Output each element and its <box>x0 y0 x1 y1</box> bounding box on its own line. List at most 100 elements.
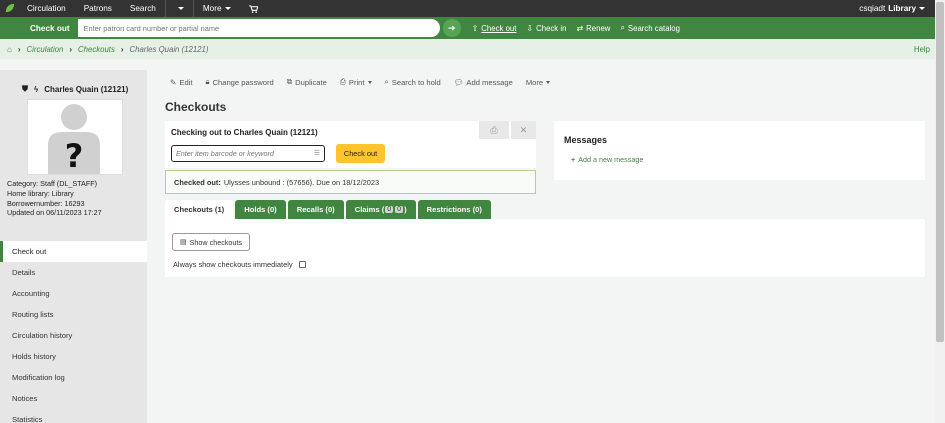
koha-logo-icon[interactable] <box>0 0 18 17</box>
patron-category: Category: Staff (DL_STAFF) <box>7 179 98 188</box>
breadcrumb-checkouts[interactable]: Checkouts <box>78 45 115 54</box>
clear-patron-button[interactable]: ✕ <box>511 121 536 139</box>
nav-search-dropdown[interactable] <box>166 0 193 17</box>
chevron-down-icon <box>546 80 551 84</box>
nav-search[interactable]: Search <box>121 0 165 17</box>
show-checkouts-button[interactable]: ▤ Show checkouts <box>172 233 250 251</box>
checked-out-label: Checked out: <box>174 177 221 187</box>
chevron-right-icon: › <box>69 44 73 54</box>
tab-recalls[interactable]: Recalls (0) <box>287 200 344 219</box>
tab-renew-label: Renew <box>586 23 611 33</box>
patron-search-input[interactable] <box>77 19 440 37</box>
chevron-down-icon <box>367 80 372 84</box>
patron-info: Category: Staff (DL_STAFF) Home library:… <box>7 179 102 218</box>
search-icon: ⌕ <box>620 23 625 32</box>
patron-name-heading: ⛊ ϟ Charles Quain (12121) <box>22 84 128 94</box>
settings-icon[interactable]: ☰ <box>314 149 320 157</box>
search-to-hold-label: Search to hold <box>391 77 441 87</box>
cart-button[interactable] <box>240 0 267 17</box>
messages-heading: Messages <box>564 135 608 145</box>
tab-check-in[interactable]: ⇩ Check in <box>521 17 571 39</box>
chevron-down-icon <box>177 7 184 10</box>
edit-label: Edit <box>179 77 193 87</box>
tab-checkouts[interactable]: Checkouts (1) <box>165 200 234 219</box>
sidebar-item-details[interactable]: Details <box>0 262 147 283</box>
sidebar-item-notices[interactable]: Notices <box>0 388 147 409</box>
change-password-button[interactable]: 🔒︎ Change password <box>205 77 273 87</box>
add-new-message-label: Add a new message <box>578 155 644 164</box>
duplicate-button[interactable]: ⧉ Duplicate <box>287 77 327 87</box>
close-icon: ✕ <box>519 124 528 135</box>
sidebar-item-holds-history[interactable]: Holds history <box>0 346 147 367</box>
chevron-down-icon <box>224 7 231 10</box>
sidebar-item-accounting[interactable]: Accounting <box>0 283 147 304</box>
always-show-label: Always show checkouts immediately <box>173 260 293 269</box>
user-menu[interactable]: csqiadt Library <box>859 0 925 17</box>
sidebar-item-statistics[interactable]: Statistics <box>0 409 147 423</box>
checkout-panel: Checking out to Charles Quain (12121) ⎙ … <box>165 121 536 168</box>
tab-claims[interactable]: Claims ( 0 0 ) <box>345 200 416 219</box>
bolt-icon: ϟ <box>34 84 39 94</box>
avatar[interactable]: ? <box>27 99 123 175</box>
patron-toolbar: ✎ Edit 🔒︎ Change password ⧉ Duplicate ⎙ Prin… <box>170 74 563 90</box>
nav-circulation[interactable]: Circulation <box>18 0 75 17</box>
submit-arrow-button[interactable]: ➜ <box>442 19 461 37</box>
add-message-button[interactable]: 💬︎ Add message <box>454 78 513 87</box>
chevron-right-icon: › <box>120 44 124 54</box>
page-scrollbar[interactable] <box>935 0 945 423</box>
patron-updated-on: Updated on 06/11/2023 17:27 <box>7 208 102 218</box>
checkout-confirmation: Checked out: Ulysses unbound : (57656). … <box>165 170 536 194</box>
claims-suffix: ) <box>404 205 407 214</box>
patron-menu: Check out Details Accounting Routing lis… <box>0 241 147 423</box>
comment-icon: 💬︎ <box>453 77 464 87</box>
help-link[interactable]: Help <box>914 45 930 54</box>
patron-borrowernumber: Borrowernumber: 16293 <box>7 198 85 208</box>
checked-out-text: Ulysses unbound : (57656). Due on 18/12/… <box>223 177 380 187</box>
scrollbar-thumb[interactable] <box>936 2 944 342</box>
change-password-label: Change password <box>212 77 274 87</box>
more-dropdown-button[interactable]: More <box>526 78 551 87</box>
tab-check-out-label: Check out <box>481 23 517 33</box>
tab-holds[interactable]: Holds (0) <box>235 200 286 219</box>
nav-more[interactable]: More <box>194 0 240 17</box>
lock-icon: 🔒︎ <box>205 77 210 86</box>
patron-home-library: Home library: Library <box>7 188 74 198</box>
always-show-checkouts: Always show checkouts immediately <box>173 260 306 269</box>
sidebar-item-circulation-history[interactable]: Circulation history <box>0 325 147 346</box>
sidebar-item-routing-lists[interactable]: Routing lists <box>0 304 147 325</box>
download-icon: ⇩ <box>526 23 534 33</box>
home-icon[interactable]: ⌂ <box>7 45 12 54</box>
search-to-hold-button[interactable]: ⌕ Search to hold <box>385 77 441 87</box>
add-new-message-link[interactable]: + Add a new message <box>571 155 643 164</box>
arrow-right-icon: ➜ <box>447 22 456 33</box>
printer-icon: ⎙ <box>339 77 346 86</box>
cart-icon <box>248 4 258 13</box>
upload-icon: ⇧ <box>471 23 479 33</box>
always-show-checkbox[interactable] <box>298 261 306 268</box>
check-out-button[interactable]: Check out <box>336 144 385 163</box>
print-slip-button[interactable]: ⎙ <box>479 121 509 139</box>
avatar-placeholder-icon: ? <box>48 104 100 174</box>
tab-renew[interactable]: ⇄ Renew <box>571 17 615 39</box>
print-dropdown-button[interactable]: ⎙ Print <box>340 77 372 87</box>
nav-patrons[interactable]: Patrons <box>75 0 121 17</box>
tab-search-catalog[interactable]: ⌕ Search catalog <box>615 17 685 39</box>
item-barcode-input[interactable]: Enter item barcode or keyword ☰ <box>171 145 325 162</box>
copy-icon: ⧉ <box>286 77 293 86</box>
checkout-search-label: Check out <box>2 19 78 37</box>
checkout-search-bar: Check out ➜ ⇧Check out ⇩Check in ⇄Renew … <box>0 17 935 39</box>
patron-sidebar: ⛊ ϟ Charles Quain (12121) ? Category: St… <box>0 70 147 423</box>
tab-restrictions[interactable]: Restrictions (0) <box>417 200 491 219</box>
add-message-label: Add message <box>466 77 513 87</box>
breadcrumb-patron: Charles Quain (12121) <box>129 44 209 54</box>
tab-check-out[interactable]: ⇧ Check out <box>467 17 522 39</box>
claims-label: Claims ( <box>354 205 385 214</box>
chevron-down-icon <box>919 7 925 10</box>
breadcrumb-circulation[interactable]: Circulation <box>27 45 64 54</box>
edit-button[interactable]: ✎ Edit <box>170 78 192 87</box>
printer-icon: ⎙ <box>490 124 498 135</box>
sidebar-item-modification-log[interactable]: Modification log <box>0 367 147 388</box>
circulation-tabs: Checkouts (1) Holds (0) Recalls (0) Clai… <box>165 200 493 219</box>
chevron-right-icon: › <box>17 44 21 54</box>
sidebar-item-check-out[interactable]: Check out <box>0 241 147 262</box>
